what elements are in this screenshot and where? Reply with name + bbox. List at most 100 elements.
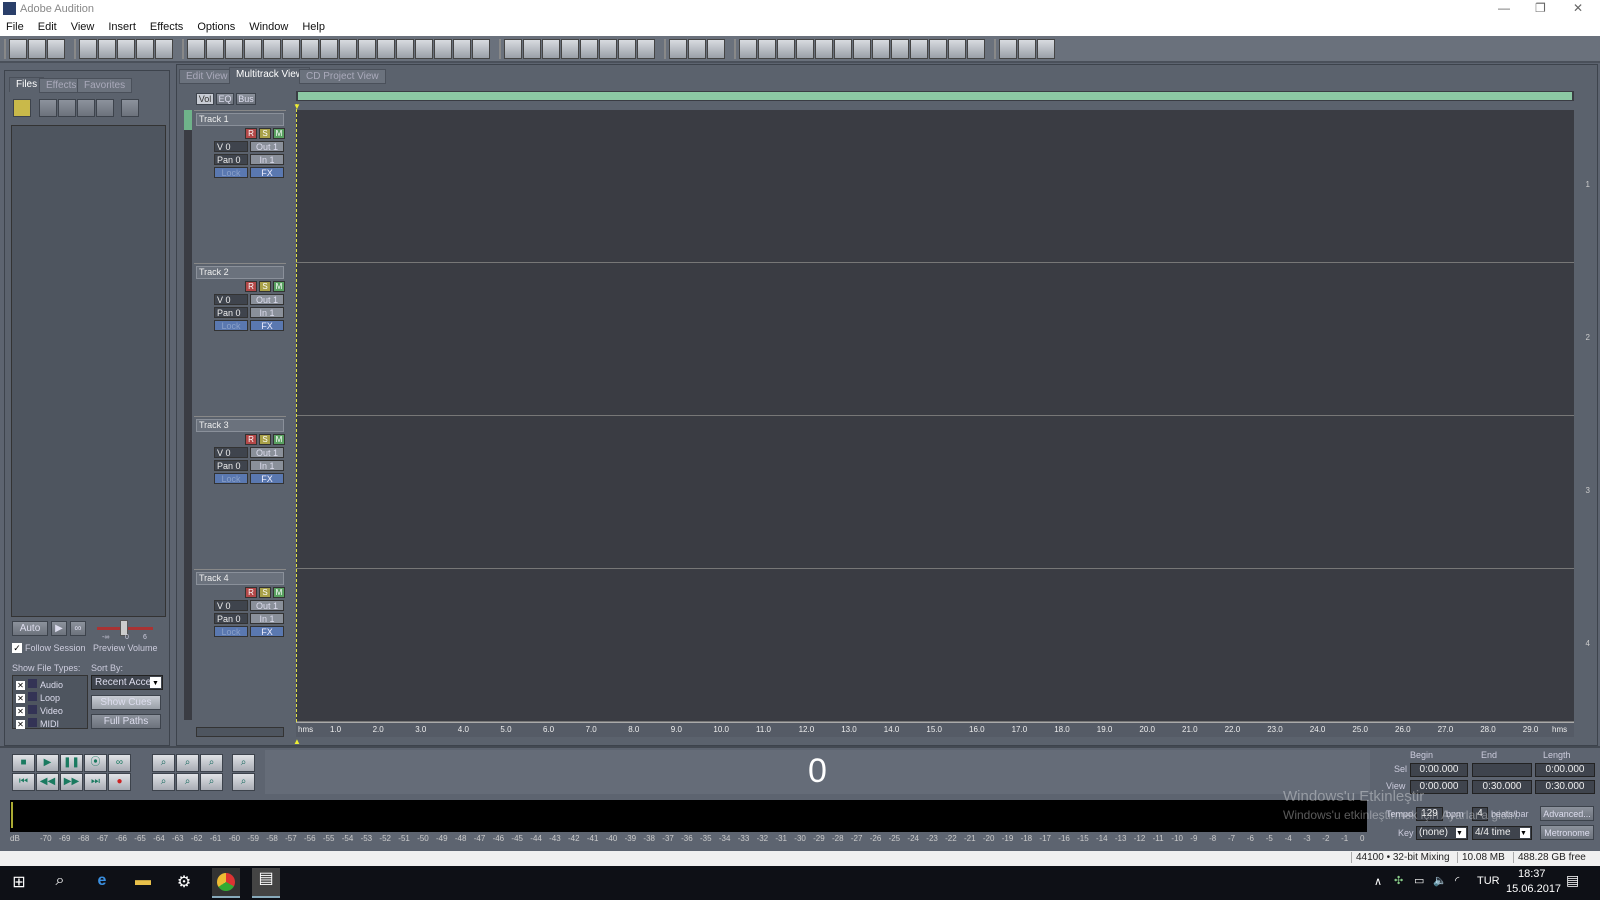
save-all-icon[interactable]	[155, 38, 173, 59]
output-button[interactable]: Out 1	[250, 141, 284, 152]
selection-icon[interactable]	[910, 38, 928, 59]
show-cues-button[interactable]: Show Cues	[91, 695, 161, 710]
play-icon[interactable]: ▶	[36, 754, 59, 772]
time-ruler[interactable]: hms 1.0 2.0 3.0 4.0 5.0 6.0 7.0 8.0 9.0 10.0 11.0 12…	[296, 722, 1574, 737]
list-icon[interactable]	[815, 38, 833, 59]
record-icon[interactable]: ●	[108, 773, 131, 791]
menu-effects[interactable]: Effects	[150, 21, 183, 33]
fx-button[interactable]: FX	[250, 626, 284, 637]
settings-gear-icon[interactable]: ⚙	[173, 872, 195, 894]
fx-icon[interactable]	[396, 38, 414, 59]
pause-icon[interactable]: ❚❚	[60, 754, 83, 772]
auto-play-button[interactable]: Auto	[12, 621, 48, 636]
lock-button[interactable]: Lock	[214, 473, 248, 484]
record-arm-button[interactable]: R	[245, 281, 257, 292]
volume-field[interactable]: V 0	[214, 294, 248, 305]
sel-length-field[interactable]: 0:00.000	[1535, 763, 1595, 777]
lock-button[interactable]: Lock	[214, 320, 248, 331]
save-icon[interactable]	[136, 38, 154, 59]
horizontal-scroll-overview[interactable]	[296, 91, 1574, 101]
mute-button[interactable]: M	[273, 281, 285, 292]
checkbox[interactable]: ✕	[16, 720, 25, 729]
full-paths-button[interactable]: Full Paths	[91, 714, 161, 729]
checkbox[interactable]: ✕	[16, 707, 25, 716]
menu-help[interactable]: Help	[302, 21, 325, 33]
minimize-button[interactable]: —	[1498, 1, 1510, 15]
options-icon[interactable]	[121, 99, 139, 117]
zoom-icon[interactable]	[872, 38, 890, 59]
track-lane[interactable]: 2	[296, 263, 1590, 416]
time-icon[interactable]	[891, 38, 909, 59]
open-append-icon[interactable]	[117, 38, 135, 59]
meter-icon[interactable]	[796, 38, 814, 59]
audition-taskbar-icon[interactable]: ▤	[252, 868, 280, 898]
mix-icon[interactable]	[206, 38, 224, 59]
menu-window[interactable]: Window	[249, 21, 288, 33]
metronome-button[interactable]: Metronome	[1540, 825, 1594, 840]
input-button[interactable]: In 1	[250, 460, 284, 471]
fx-button[interactable]: FX	[250, 320, 284, 331]
move-tool-icon[interactable]	[707, 38, 725, 59]
loop-icon[interactable]	[320, 38, 338, 59]
fx-button[interactable]: FX	[250, 167, 284, 178]
zoom-in-vertical-icon[interactable]: ⌕	[232, 754, 255, 772]
checkbox[interactable]: ✕	[16, 694, 25, 703]
files-icon[interactable]	[834, 38, 852, 59]
solo-button[interactable]: S	[259, 587, 271, 598]
record-arm-button[interactable]: R	[245, 434, 257, 445]
volume-field[interactable]: V 0	[214, 600, 248, 611]
go-to-end-icon[interactable]: ⏭	[84, 773, 107, 791]
volume-field[interactable]: V 0	[214, 447, 248, 458]
hybrid-tool-icon[interactable]	[669, 38, 687, 59]
fx-button[interactable]: FX	[250, 473, 284, 484]
rewind-icon[interactable]: ◀◀	[36, 773, 59, 791]
bpm-icon[interactable]	[580, 38, 598, 59]
zoom-out-vertical-icon[interactable]: ⌕	[232, 773, 255, 791]
track-lane[interactable]: 4	[296, 569, 1590, 722]
follow-session-checkbox[interactable]: ✓	[12, 643, 22, 653]
tab-cd-project-view[interactable]: CD Project View	[299, 69, 386, 84]
menu-file[interactable]: File	[6, 21, 24, 33]
menu-insert[interactable]: Insert	[108, 21, 136, 33]
mixer-icon[interactable]	[777, 38, 795, 59]
solo-button[interactable]: S	[259, 434, 271, 445]
view-length-field[interactable]: 0:30.000	[1535, 780, 1595, 794]
input-button[interactable]: In 1	[250, 154, 284, 165]
record-arm-button[interactable]: R	[245, 128, 257, 139]
undo-icon[interactable]	[187, 38, 205, 59]
envelope-icon[interactable]	[282, 38, 300, 59]
close-file-icon[interactable]	[39, 99, 57, 117]
blank-icon[interactable]	[967, 38, 985, 59]
zoom-full-icon[interactable]: ⌕	[200, 754, 223, 772]
mute-button[interactable]: M	[273, 434, 285, 445]
tab-vol[interactable]: Vol	[196, 93, 214, 105]
zoom-in-icon[interactable]: ⌕	[152, 754, 175, 772]
network-sync-icon[interactable]: ✣	[1394, 874, 1403, 887]
cd-icon[interactable]	[47, 38, 65, 59]
track-name[interactable]: Track 3	[196, 419, 284, 432]
pitch-icon[interactable]	[453, 38, 471, 59]
help-tour-icon[interactable]	[1018, 38, 1036, 59]
stop-icon[interactable]: ■	[12, 754, 35, 772]
track-lane[interactable]: 3	[296, 416, 1590, 569]
file-type-midi[interactable]: ✕ MIDI	[16, 718, 59, 730]
solo-button[interactable]: S	[259, 128, 271, 139]
video-icon[interactable]	[948, 38, 966, 59]
file-type-video[interactable]: ✕ Video	[16, 705, 63, 717]
output-button[interactable]: Out 1	[250, 600, 284, 611]
level-icon[interactable]	[929, 38, 947, 59]
window1-icon[interactable]	[739, 38, 757, 59]
pan-field[interactable]: Pan 0	[214, 613, 248, 624]
play-to-end-icon[interactable]: ⦿	[84, 754, 107, 772]
reverse-icon[interactable]	[415, 38, 433, 59]
time-signature-select[interactable]: 4/4 time ▼	[1472, 826, 1532, 840]
input-button[interactable]: In 1	[250, 613, 284, 624]
tab-eq[interactable]: EQ	[216, 93, 234, 105]
zoom-right-icon[interactable]: ⌕	[176, 773, 199, 791]
track-header-scrollbar[interactable]	[196, 727, 284, 737]
go-to-start-icon[interactable]: ⏮	[12, 773, 35, 791]
volume-icon[interactable]: 🔈	[1433, 874, 1447, 887]
time-select-tool-icon[interactable]	[688, 38, 706, 59]
window2-icon[interactable]	[758, 38, 776, 59]
wet-envelope-icon[interactable]	[542, 38, 560, 59]
